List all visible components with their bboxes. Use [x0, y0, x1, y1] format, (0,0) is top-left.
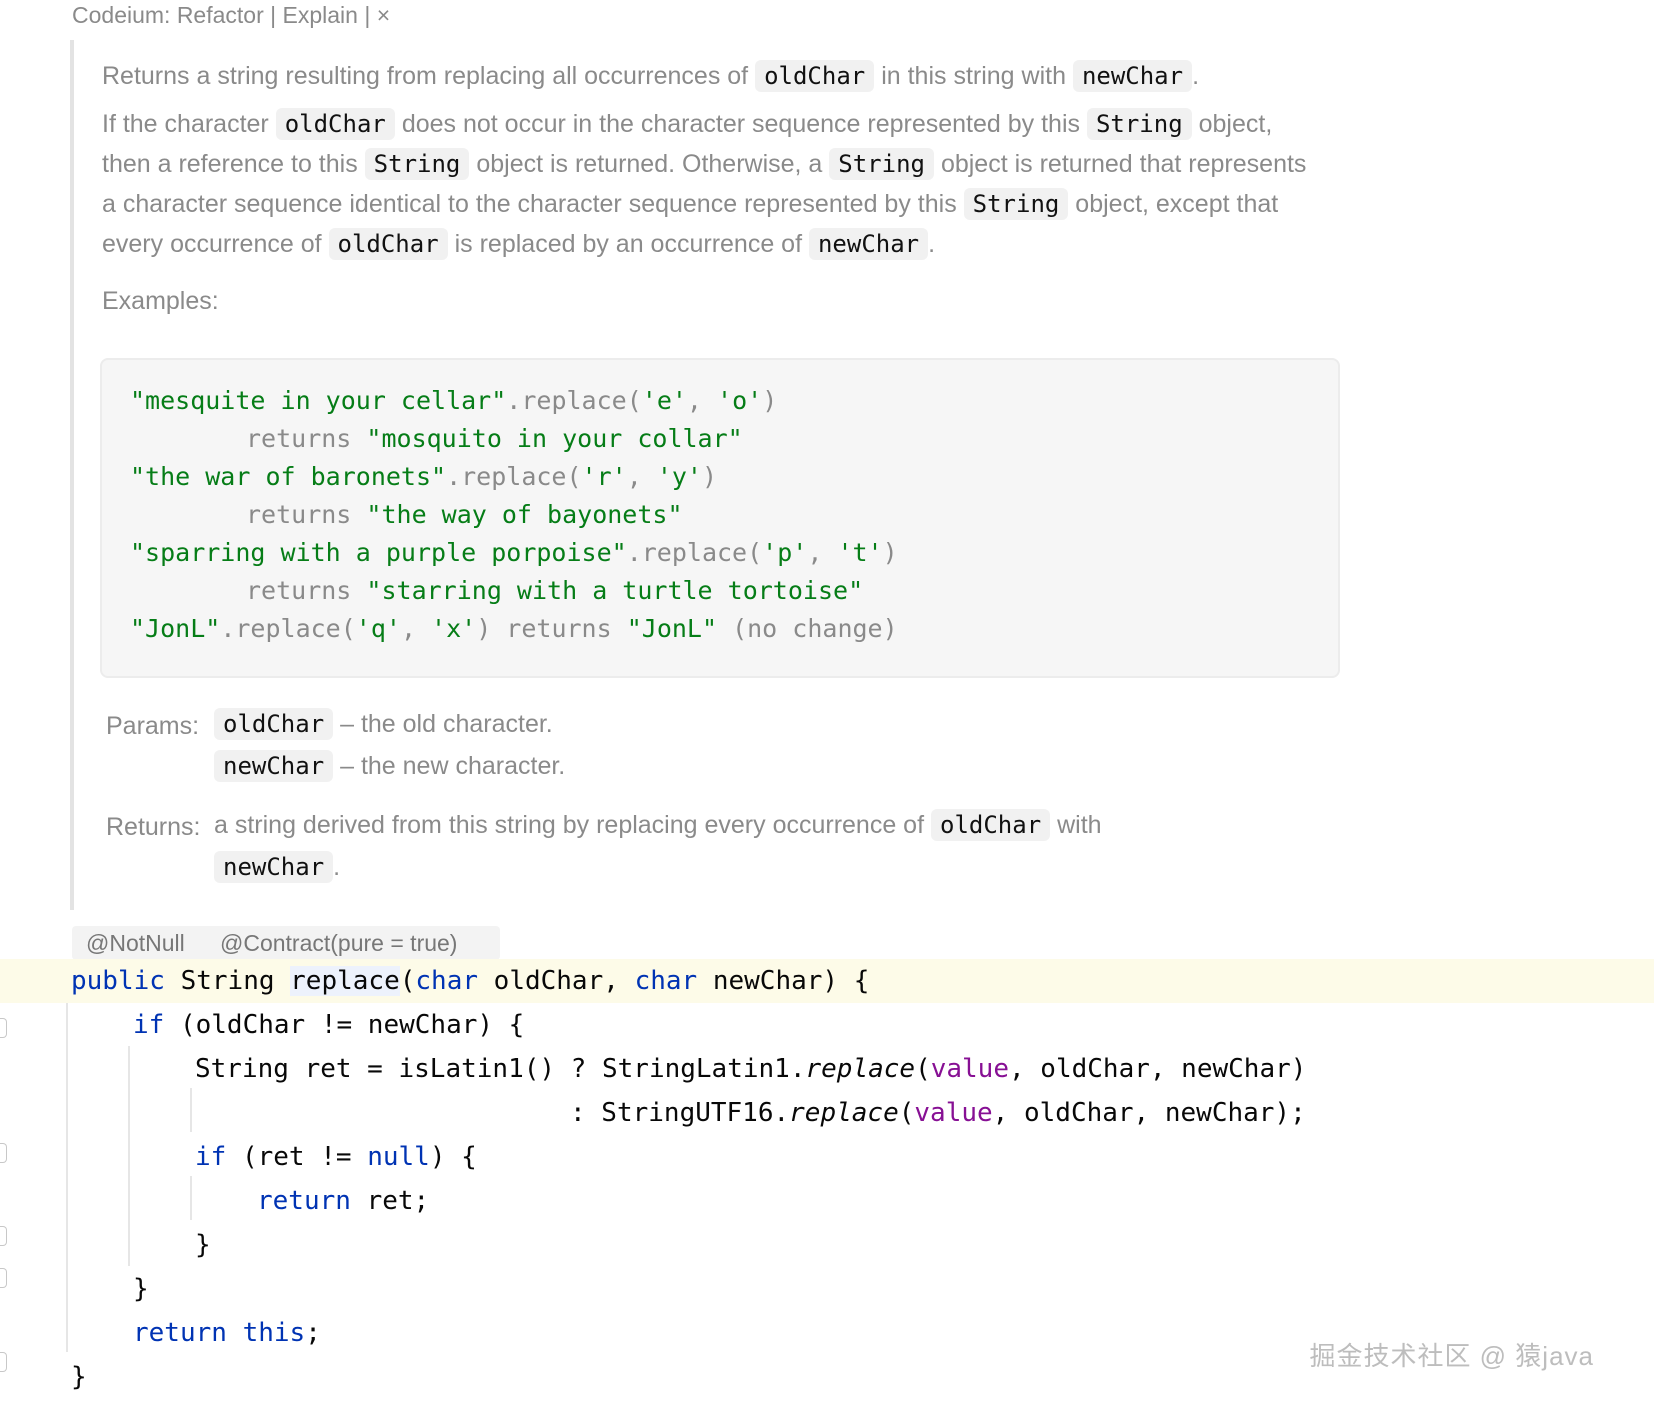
example-line: returns "the way of bayonets" — [246, 500, 683, 529]
code-chip: oldChar — [755, 60, 875, 92]
method-name[interactable]: replace — [290, 966, 400, 996]
params-label: Params: — [106, 712, 200, 740]
code-chip: oldChar — [931, 809, 1051, 841]
code-chip: newChar — [214, 851, 334, 883]
codeium-lens: Codeium: Refactor | Explain | × — [72, 2, 390, 29]
codeium-explain-link[interactable]: Explain — [283, 2, 358, 28]
lens-separator: | — [364, 2, 371, 28]
example-line: "the war of baronets".replace('r', 'y') — [130, 462, 718, 491]
code-line[interactable]: } — [0, 1223, 1654, 1267]
watermark: 掘金技术社区 @ 猿java — [1309, 1341, 1594, 1371]
code-line[interactable]: } — [0, 1267, 1654, 1311]
returns-description-cont: newChar. — [214, 851, 340, 883]
code-line[interactable]: if (ret != null) { — [0, 1135, 1654, 1179]
code-line[interactable]: String ret = isLatin1() ? StringLatin1.r… — [0, 1047, 1654, 1091]
code-chip: newChar — [1072, 60, 1193, 92]
examples-label: Examples: — [102, 287, 219, 315]
returns-label: Returns: — [106, 813, 201, 841]
code-chip: String — [963, 188, 1069, 220]
doc-summary: Returns a string resulting from replacin… — [102, 60, 1200, 92]
returns-description: a string derived from this string by rep… — [214, 809, 1102, 841]
code-chip: String — [829, 148, 934, 180]
example-line: returns "mosquito in your collar" — [246, 424, 743, 453]
codeium-refactor-link[interactable]: Codeium: Refactor — [72, 2, 264, 28]
example-line: returns "starring with a turtle tortoise… — [246, 576, 864, 605]
code-line[interactable]: if (oldChar != newChar) { — [0, 1003, 1654, 1047]
param-old-char: oldChar – the old character. — [214, 708, 553, 740]
code-chip: newChar — [214, 750, 334, 782]
annotation-notnull: @NotNull — [86, 930, 185, 956]
annotation-contract: @Contract(pure = true) — [220, 930, 458, 956]
code-line[interactable]: return ret; — [0, 1179, 1654, 1223]
lens-separator: | — [270, 2, 277, 28]
example-line: "mesquite in your cellar".replace('e', '… — [130, 386, 778, 415]
doc-description: If the character oldChar does not occur … — [102, 108, 1307, 260]
code-line-signature[interactable]: public String replace(char oldChar, char… — [0, 959, 1654, 1003]
code-chip: String — [364, 148, 470, 180]
example-line: "sparring with a purple porpoise".replac… — [130, 538, 898, 567]
code-chip: String — [1086, 108, 1192, 140]
quick-documentation: Returns a string resulting from replacin… — [70, 40, 1364, 910]
code-line[interactable]: : StringUTF16.replace(value, oldChar, ne… — [0, 1091, 1654, 1135]
code-chip: oldChar — [214, 708, 334, 740]
example-line: "JonL".replace('q', 'x') returns "JonL" … — [130, 614, 898, 643]
code-chip: newChar — [808, 228, 929, 260]
code-chip: oldChar — [275, 108, 395, 140]
code-chip: oldChar — [328, 228, 448, 260]
close-icon[interactable]: × — [377, 2, 390, 28]
inferred-annotations[interactable]: @NotNull @Contract(pure = true) — [72, 926, 500, 960]
examples-code-block: "mesquite in your cellar".replace('e', '… — [100, 358, 1340, 678]
param-new-char: newChar – the new character. — [214, 750, 565, 782]
